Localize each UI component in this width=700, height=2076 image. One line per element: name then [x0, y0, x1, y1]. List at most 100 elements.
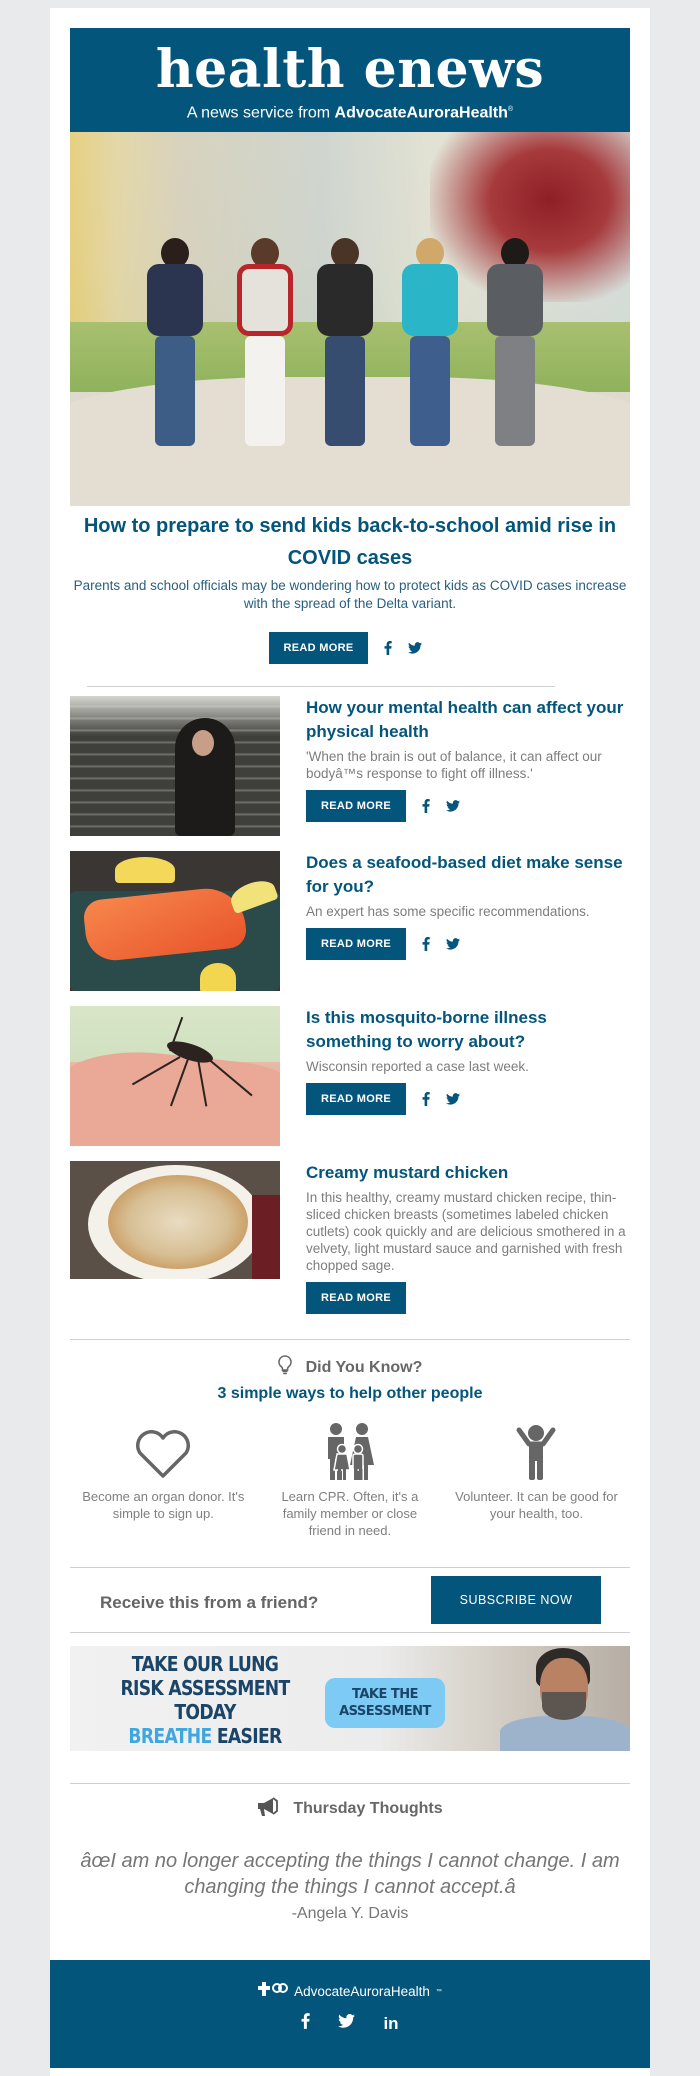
feature-actions: READ MORE	[269, 632, 422, 664]
article-actions: READ MORE	[306, 790, 636, 822]
feature-image[interactable]	[70, 132, 630, 506]
lightbulb-icon	[277, 1355, 292, 1382]
tip-item: Become an organ donor. It's simple to si…	[70, 1418, 257, 1539]
tagline: A news service from AdvocateAuroraHealth…	[70, 100, 630, 123]
newsletter-container: health enews A news service from Advocat…	[50, 8, 650, 2076]
read-more-button[interactable]: READ MORE	[306, 1083, 406, 1115]
banner-photo	[500, 1646, 630, 1751]
thursday-thoughts-title: Thursday Thoughts	[293, 1800, 443, 1817]
linkedin-icon[interactable]: in	[383, 2014, 398, 2033]
section-divider	[87, 686, 555, 687]
article-description: An expert has some specific recommendati…	[306, 904, 590, 919]
did-you-know-title: Did You Know?	[305, 1359, 423, 1376]
share-links	[422, 937, 460, 951]
facebook-icon[interactable]	[422, 937, 430, 951]
article-actions: READ MORE	[306, 1282, 636, 1314]
footer: AdvocateAuroraHealth ™ in	[50, 1960, 650, 2068]
twitter-icon[interactable]	[338, 2014, 356, 2033]
article-description: In this healthy, creamy mustard chicken …	[306, 1190, 626, 1273]
section-divider	[70, 1567, 630, 1568]
footer-org: AdvocateAuroraHealth	[294, 1983, 430, 1999]
banner-highlight: BREATHE	[128, 1724, 212, 1748]
section-divider	[70, 1632, 630, 1633]
footer-social-links: in	[50, 2013, 650, 2034]
section-divider	[70, 1783, 630, 1784]
feature-description: Parents and school officials may be wond…	[73, 578, 627, 611]
tips-list: Become an organ donor. It's simple to si…	[70, 1418, 630, 1539]
person-cheering-icon	[443, 1418, 630, 1480]
twitter-icon[interactable]	[446, 800, 460, 812]
banner-line-3-rest: EASIER	[211, 1724, 282, 1748]
article-description: 'When the brain is out of balance, it ca…	[306, 749, 602, 781]
read-more-button[interactable]: READ MORE	[269, 632, 368, 664]
tagline-org: AdvocateAuroraHealth	[334, 104, 508, 122]
cta-line-2: ASSESSMENT	[339, 1704, 431, 1719]
email-page: health enews A news service from Advocat…	[0, 0, 700, 2076]
megaphone-icon	[257, 1797, 279, 1824]
tagline-prefix: A news service from	[186, 104, 331, 122]
share-links	[422, 799, 460, 813]
newsletter-header[interactable]: health enews A news service from Advocat…	[70, 28, 630, 132]
trademark: ™	[435, 1988, 442, 1995]
take-assessment-button[interactable]: TAKE THE ASSESSMENT	[325, 1678, 445, 1728]
banner-line-2: RISK ASSESSMENT TODAY	[120, 1676, 290, 1724]
thursday-thoughts-heading: Thursday Thoughts	[70, 1797, 630, 1824]
twitter-icon[interactable]	[408, 642, 422, 654]
article-description: Wisconsin reported a case last week.	[306, 1059, 529, 1074]
article-body: How your mental health can affect your p…	[306, 696, 636, 822]
section-divider	[70, 1339, 630, 1340]
subscribe-prompt: Receive this from a friend?	[100, 1593, 319, 1612]
article-body: Does a seafood-based diet make sense for…	[306, 851, 636, 960]
tip-item: Learn CPR. Often, it's a family member o…	[257, 1418, 444, 1539]
quote-author: -Angela Y. Davis	[291, 1905, 409, 1922]
article-title[interactable]: Is this mosquito-borne illness something…	[306, 1006, 636, 1054]
tip-text: Volunteer. It can be good for your healt…	[455, 1489, 618, 1521]
did-you-know-subheading: 3 simple ways to help other people	[217, 1385, 483, 1402]
article-thumbnail[interactable]	[70, 696, 280, 836]
facebook-icon[interactable]	[301, 2013, 311, 2034]
cta-line-1: TAKE THE	[351, 1687, 419, 1702]
article-thumbnail[interactable]	[70, 1006, 280, 1146]
article-body: Is this mosquito-borne illness something…	[306, 1006, 636, 1115]
did-you-know-heading: Did You Know?	[70, 1355, 630, 1382]
subscribe-button[interactable]: SUBSCRIBE NOW	[431, 1576, 601, 1624]
hero-kid	[395, 238, 465, 446]
family-icon	[257, 1418, 444, 1480]
read-more-button[interactable]: READ MORE	[306, 1282, 406, 1314]
read-more-button[interactable]: READ MORE	[306, 790, 406, 822]
hero-kid	[140, 238, 210, 446]
twitter-icon[interactable]	[446, 938, 460, 950]
article-title[interactable]: How your mental health can affect your p…	[306, 696, 636, 744]
facebook-icon[interactable]	[422, 1092, 430, 1106]
article-thumbnail[interactable]	[70, 1161, 280, 1279]
registered-mark: ®	[507, 106, 514, 113]
article-actions: READ MORE	[306, 928, 636, 960]
cross-logo-icon	[258, 1982, 289, 2001]
quote-text: âœI am no longer accepting the things I …	[80, 1850, 620, 1898]
banner-line-3: BREATHE EASIER	[89, 1724, 321, 1748]
facebook-icon[interactable]	[384, 641, 392, 655]
hero-kid	[480, 238, 550, 446]
article-body: Creamy mustard chicken In this healthy, …	[306, 1161, 636, 1314]
banner-headline: TAKE OUR LUNG RISK ASSESSMENT TODAY BREA…	[89, 1652, 321, 1748]
tip-item: Volunteer. It can be good for your healt…	[443, 1418, 630, 1539]
share-links	[384, 641, 422, 655]
tip-text: Become an organ donor. It's simple to si…	[82, 1489, 245, 1521]
feature-title[interactable]: How to prepare to send kids back-to-scho…	[70, 510, 630, 574]
share-links	[422, 1092, 460, 1106]
article-thumbnail[interactable]	[70, 851, 280, 991]
read-more-button[interactable]: READ MORE	[306, 928, 406, 960]
hero-kid	[310, 238, 380, 446]
article-title[interactable]: Does a seafood-based diet make sense for…	[306, 851, 636, 899]
facebook-icon[interactable]	[422, 799, 430, 813]
footer-logo[interactable]: AdvocateAuroraHealth ™	[258, 1982, 442, 2001]
tip-text: Learn CPR. Often, it's a family member o…	[281, 1489, 419, 1538]
brand-logo: health enews	[155, 39, 545, 100]
lung-assessment-banner[interactable]: TAKE OUR LUNG RISK ASSESSMENT TODAY BREA…	[70, 1646, 630, 1751]
heart-icon	[70, 1418, 257, 1480]
twitter-icon[interactable]	[446, 1093, 460, 1105]
article-title[interactable]: Creamy mustard chicken	[306, 1161, 636, 1185]
banner-line-1: TAKE OUR LUNG	[131, 1652, 279, 1676]
article-actions: READ MORE	[306, 1083, 636, 1115]
hero-kid	[230, 238, 300, 446]
